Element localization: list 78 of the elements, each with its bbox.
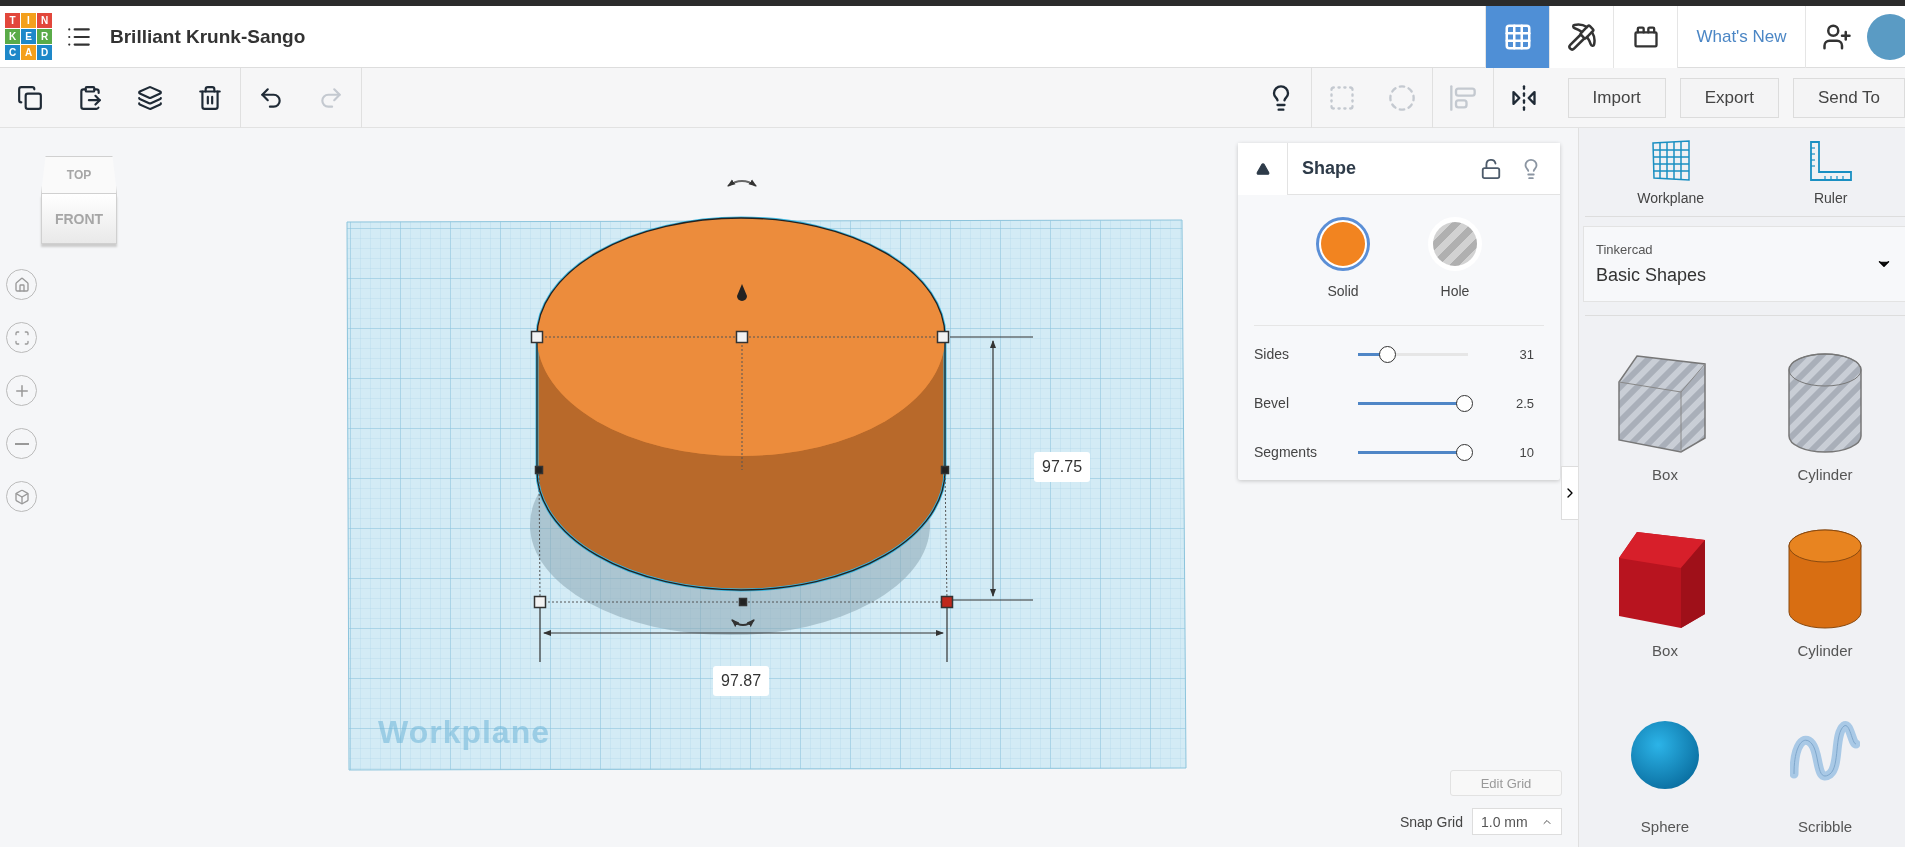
logo-letter: E (21, 29, 36, 44)
parameter-label: Sides (1254, 346, 1291, 362)
striped-cylinder-icon (1787, 352, 1863, 454)
color-mode-option[interactable]: Solid (1316, 217, 1370, 299)
workplane-tool[interactable]: Workplane (1637, 140, 1704, 206)
resize-handle[interactable] (940, 595, 954, 609)
parameter-value: 31 (1518, 346, 1535, 362)
ruler-tool[interactable]: Ruler (1808, 140, 1853, 206)
zoom-out-icon (14, 442, 29, 445)
snap-grid-label: Snap Grid (1399, 813, 1463, 830)
project-title[interactable]: Brilliant Krunk-Sango (110, 25, 306, 48)
toolbar-text-button[interactable]: Send To (1792, 77, 1905, 118)
logo-letter: N (37, 13, 52, 28)
pickaxe-view-button[interactable] (1549, 6, 1613, 68)
unlock-icon[interactable] (1480, 157, 1502, 180)
resize-handle[interactable] (940, 465, 950, 475)
align-icon (1448, 83, 1477, 112)
fit-view-icon (13, 329, 30, 346)
cube-icon (13, 488, 30, 505)
slider-thumb[interactable] (1455, 394, 1473, 412)
shape-item[interactable]: Cylinder (1745, 350, 1905, 483)
shape-item[interactable]: Cylinder (1745, 526, 1905, 659)
rotate-arrow-icon[interactable] (727, 179, 757, 187)
avatar[interactable] (1867, 13, 1905, 60)
resize-handle[interactable] (738, 597, 748, 607)
collapse-button[interactable] (1238, 142, 1288, 195)
trash-icon (197, 84, 223, 111)
parameter-value: 2.5 (1514, 395, 1535, 411)
shape-item[interactable]: Box (1585, 526, 1745, 659)
logo-letter: C (5, 45, 20, 60)
workplane-label: Workplane (378, 714, 550, 751)
logo-letter: D (37, 45, 52, 60)
mirror-icon (1509, 83, 1538, 112)
shape-category-dropdown[interactable]: Tinkercad Basic Shapes (1583, 226, 1905, 302)
logo-letter: T (5, 13, 20, 28)
workplane-grid-icon (1650, 140, 1691, 182)
unlock-glyph (1480, 157, 1502, 180)
expand-panel-button[interactable] (1561, 466, 1578, 520)
paste-icon (77, 84, 103, 111)
logo-letter: R (37, 29, 52, 44)
shape-item[interactable]: Scribble (1745, 702, 1905, 835)
parameter-value: 10 (1518, 444, 1535, 460)
home-icon (13, 276, 30, 293)
resize-handle[interactable] (534, 465, 544, 475)
resize-handle[interactable] (533, 595, 547, 609)
ungroup-icon (1387, 83, 1416, 112)
caret-up-icon (1255, 161, 1270, 176)
pickaxe-icon (1566, 21, 1597, 52)
toolbar-text-button[interactable]: Export (1679, 77, 1779, 118)
duplicate-icon (137, 84, 163, 111)
whats-new-link[interactable]: What's New (1677, 6, 1805, 68)
cylinder-icon (1787, 528, 1863, 630)
group-icon (1327, 83, 1356, 112)
lift-cone-icon[interactable] (737, 284, 747, 301)
width-dimension-label[interactable]: 97.87 (713, 666, 770, 696)
snap-grid-select[interactable]: 1.0 mm (1472, 808, 1562, 835)
rotate-arrow-icon[interactable] (731, 619, 755, 627)
slider-thumb[interactable] (1455, 443, 1473, 461)
resize-handle[interactable] (735, 330, 749, 344)
panel-title: Shape (1302, 158, 1358, 179)
logo-letter: A (21, 45, 36, 60)
shape-item[interactable]: Box (1585, 350, 1745, 483)
slider-thumb[interactable] (1378, 345, 1396, 363)
ruler-icon (1808, 140, 1853, 182)
bricks-view-button[interactable] (1613, 6, 1677, 68)
logo-letter: I (21, 13, 36, 28)
parameter-label: Segments (1254, 444, 1319, 460)
resize-handle[interactable] (530, 330, 544, 344)
toolbar-text-button[interactable]: Import (1567, 77, 1666, 118)
logo[interactable]: T I N K E R C A D (5, 13, 52, 60)
shape-item[interactable]: Sphere (1585, 702, 1745, 835)
copy-icon (17, 84, 43, 111)
sphere-icon (1629, 719, 1701, 791)
height-dimension-label[interactable]: 97.75 (1034, 452, 1091, 482)
logo-letter: K (5, 29, 20, 44)
parameter-label: Bevel (1254, 395, 1291, 411)
resize-handle[interactable] (936, 330, 950, 344)
color-mode-option[interactable]: Hole (1428, 217, 1482, 299)
